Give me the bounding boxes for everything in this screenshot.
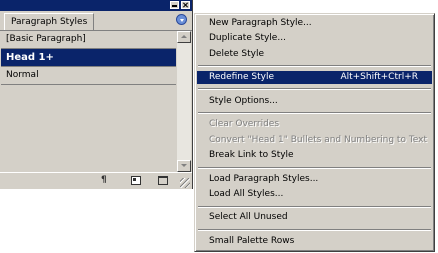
resize-grip-icon[interactable] — [180, 178, 190, 188]
menu-separator — [198, 88, 431, 90]
scroll-up-icon[interactable] — [177, 31, 191, 43]
menu-item-new-paragraph-style[interactable]: New Paragraph Style... — [197, 17, 432, 30]
menu-item-delete-style[interactable]: Delete Style — [197, 48, 432, 61]
menu-item-select-all-unused[interactable]: Select All Unused — [197, 211, 432, 224]
menu-item-shortcut: Alt+Shift+Ctrl+R — [340, 72, 418, 82]
style-item-head-1[interactable]: Head 1+ — [1, 49, 176, 67]
menu-item-convert-bullets: Convert "Head 1" Bullets and Numbering t… — [209, 135, 428, 145]
style-list-scrollbar[interactable] — [177, 31, 191, 172]
trash-icon[interactable] — [158, 176, 168, 185]
menu-separator — [198, 229, 431, 231]
style-item-normal[interactable]: Normal — [1, 67, 176, 85]
menu-item-break-link[interactable]: Break Link to Style — [197, 149, 432, 162]
menu-item-style-options[interactable]: Style Options... — [197, 95, 432, 108]
scroll-down-icon[interactable] — [177, 160, 191, 172]
new-style-icon[interactable] — [131, 176, 141, 185]
paragraph-styles-palette: Paragraph Styles [Basic Paragraph] Head … — [0, 0, 193, 189]
palette-bottom-bar: ¶ — [0, 172, 192, 189]
menu-item-load-paragraph-styles[interactable]: Load Paragraph Styles... — [197, 173, 432, 186]
menu-separator — [198, 65, 431, 67]
style-item-basic-paragraph[interactable]: [Basic Paragraph] — [1, 31, 176, 49]
palette-tab-row: Paragraph Styles — [0, 11, 192, 31]
palette-menu-icon[interactable] — [176, 14, 187, 25]
menu-item-load-all-styles[interactable]: Load All Styles... — [197, 188, 432, 201]
menu-item-duplicate-style[interactable]: Duplicate Style... — [197, 32, 432, 45]
menu-item-redefine-style[interactable]: Redefine Style Alt+Shift+Ctrl+R — [197, 71, 432, 84]
minimize-icon[interactable] — [170, 1, 179, 9]
style-list: [Basic Paragraph] Head 1+ Normal — [1, 31, 176, 172]
menu-separator — [198, 167, 431, 169]
menu-item-label: Redefine Style — [209, 72, 275, 82]
tab-paragraph-styles[interactable]: Paragraph Styles — [4, 13, 95, 30]
palette-flyout-menu: New Paragraph Style... Duplicate Style..… — [194, 13, 435, 252]
menu-separator — [198, 112, 431, 114]
menu-item-small-palette-rows[interactable]: Small Palette Rows — [197, 235, 432, 248]
menu-separator — [198, 206, 431, 208]
menu-item-clear-overrides: Clear Overrides — [209, 119, 280, 129]
pilcrow-icon[interactable]: ¶ — [101, 176, 111, 185]
palette-titlebar[interactable] — [0, 0, 192, 11]
close-icon[interactable] — [181, 1, 190, 9]
